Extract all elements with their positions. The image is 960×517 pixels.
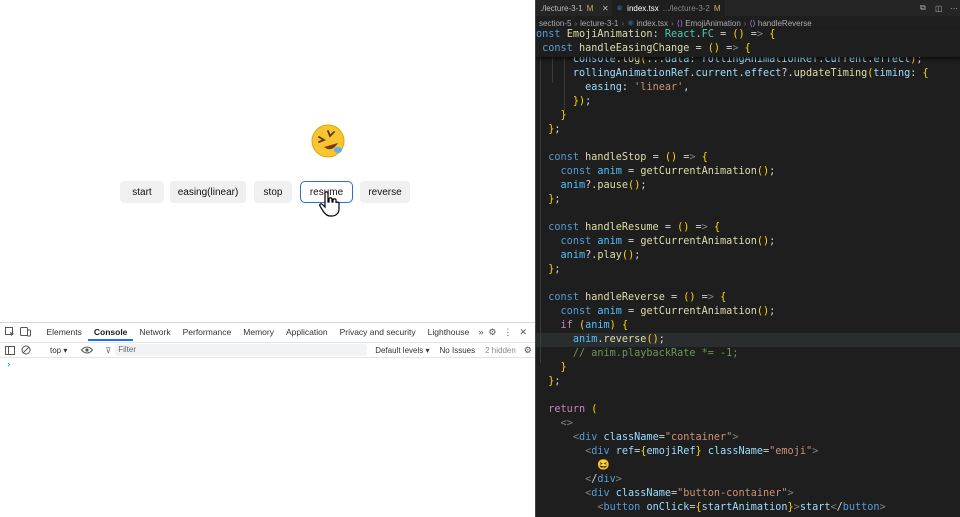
devtools-tab-lighthouse[interactable]: Lighthouse (422, 323, 476, 341)
browser-pane: starteasing(linear)stopresumereverse Ele… (0, 0, 535, 517)
indent-guide (540, 55, 541, 363)
rolling-emoji-icon (311, 124, 345, 158)
breadcrumb-item[interactable]: section-5 (539, 19, 571, 28)
code-line: } (560, 362, 567, 373)
devtools-tab-performance[interactable]: Performance (177, 323, 238, 341)
stop-button[interactable]: stop (254, 181, 292, 203)
console-prompt[interactable]: › (6, 360, 11, 370)
log-levels-selector[interactable]: Default levels ▾ (375, 346, 429, 355)
more-actions-icon[interactable]: ⋯ (946, 0, 960, 16)
symbol-icon: ⟨⟩ (676, 18, 686, 28)
tab-path: .../lecture-3-2 (662, 3, 710, 13)
editor-tab-lecture-3-1[interactable]: ./lecture-3-1 M (536, 0, 602, 16)
filter-input[interactable]: Filter (115, 344, 368, 356)
compare-changes-icon[interactable]: ⧉ (916, 0, 930, 16)
code-line: <button onClick={startAnimation}>start</… (597, 502, 886, 513)
code-line: anim.reverse(); (536, 333, 960, 347)
devtools-tab-application[interactable]: Application (280, 323, 334, 341)
code-editor: ./lecture-3-1 M ✕ ⚛ index.tsx .../lectur… (535, 0, 960, 517)
modified-badge: M (713, 3, 721, 13)
inspect-element-icon[interactable] (4, 326, 15, 338)
devtools-panel: Elements Console Network Performance Memory A… (0, 322, 535, 517)
editor-tab-index[interactable]: ⚛ index.tsx .../lecture-3-2 M (612, 0, 725, 16)
breadcrumb: section-5 › lecture-3-1 › ⚛ index.tsx › ⟨⟩ … (536, 16, 960, 30)
device-toolbar-icon[interactable] (19, 326, 31, 338)
devtools-tab-memory[interactable]: Memory (237, 323, 280, 341)
code-line: const anim = getCurrentAnimation(); (560, 236, 776, 247)
code-line: const handleStop = () => { (548, 152, 708, 163)
context-label: top (50, 345, 62, 355)
code-line: easing: 'linear', (585, 82, 690, 93)
code-line: <div ref={emojiRef} className="emoji"> (585, 446, 819, 457)
devtools-tab-elements[interactable]: Elements (40, 323, 87, 341)
context-selector[interactable]: top ▾ (50, 346, 67, 355)
eye-icon[interactable] (81, 344, 94, 356)
code-line: <> (560, 418, 573, 429)
indent-guide (552, 55, 553, 83)
console-toolbar: top ▾ ⊽ Filter Default levels ▾ No Issue… (0, 342, 535, 358)
devtools-tab-console[interactable]: Console (87, 323, 134, 341)
code-line: const handleReverse = () => { (548, 292, 727, 303)
breadcrumb-item[interactable]: handleReverse (758, 19, 812, 28)
symbol-icon: ⟨⟩ (749, 18, 758, 28)
react-file-icon: ⚛ (616, 3, 624, 13)
indent-guide (564, 55, 565, 111)
close-icon[interactable]: ✕ (602, 0, 612, 16)
hand-cursor-icon (319, 191, 340, 217)
button-container: starteasing(linear)stopresumereverse (0, 181, 535, 203)
chevron-right-icon: › (621, 18, 625, 28)
tab-title: ./lecture-3-1 (540, 3, 583, 13)
settings-gear-icon[interactable]: ⚙ (487, 326, 498, 338)
code-line: </div> (585, 474, 622, 485)
sticky-scroll-header: onst EmojiAnimation: React.FC = () => { … (536, 29, 960, 57)
code-line: }; (548, 376, 561, 387)
react-file-icon: ⚛ (627, 18, 637, 28)
code-line: // anim.playbackRate *= -1; (572, 348, 739, 359)
code-line: rollingAnimationRef.current.effect?.upda… (572, 68, 929, 79)
devtools-tab-network[interactable]: Network (133, 323, 176, 341)
sidebar-toggle-icon[interactable] (4, 344, 16, 356)
breadcrumb-item[interactable]: EmojiAnimation (685, 19, 741, 28)
code-line: const anim = getCurrentAnimation(); (560, 166, 776, 177)
more-options-icon[interactable]: ⋮ (502, 326, 513, 338)
log-levels-label: Default levels (375, 345, 424, 355)
sticky-line[interactable]: onst EmojiAnimation: React.FC = () => { (536, 29, 775, 43)
code-line: const handleResume = () => { (548, 222, 721, 233)
breadcrumb-item[interactable]: lecture-3-1 (580, 19, 618, 28)
chevron-right-icon: › (574, 18, 578, 28)
chevron-right-icon: › (671, 18, 674, 28)
hidden-count: 2 hidden (485, 345, 516, 355)
code-line: return ( (548, 404, 598, 415)
devtools-tab-privacy-and-security[interactable]: Privacy and security (334, 323, 422, 341)
code-line: <div className="container"> (572, 432, 739, 443)
code-line: const anim = getCurrentAnimation(); (560, 306, 776, 317)
close-icon[interactable]: ✕ (518, 326, 529, 338)
issues-counter[interactable]: No Issues (440, 346, 476, 355)
code-line: anim?.pause(); (560, 180, 647, 191)
sticky-line[interactable]: const handleEasingChange = () => { (536, 43, 751, 57)
easing-linear-button[interactable]: easing(linear) (170, 181, 246, 203)
reverse-button[interactable]: reverse (360, 181, 410, 203)
filter-icon: ⊽ (105, 345, 112, 355)
start-button[interactable]: start (120, 181, 164, 203)
chevron-right-icon: › (743, 18, 747, 28)
editor-tab-bar: ./lecture-3-1 M ✕ ⚛ index.tsx .../lectur… (536, 0, 960, 16)
tab-title: index.tsx (627, 3, 659, 13)
code-line: <div className="button-container"> (585, 488, 794, 499)
more-tabs-icon[interactable]: » (475, 326, 486, 338)
code-line: if (anim) { (560, 320, 629, 331)
dropdown-caret-icon: ▾ (63, 345, 68, 355)
devtools-tabs: Elements Console Network Performance Memory A… (40, 323, 475, 341)
clear-console-icon[interactable] (20, 344, 32, 356)
split-editor-icon[interactable]: ◫ (931, 0, 947, 16)
breadcrumb-item[interactable]: index.tsx (636, 19, 668, 28)
code-line: anim?.play(); (560, 250, 641, 261)
code-line: 😆 (536, 460, 611, 471)
devtools-tab-bar: Elements Console Network Performance Memory A… (0, 323, 535, 341)
demo-page: starteasing(linear)stopresumereverse (0, 0, 535, 322)
modified-badge: M (586, 3, 594, 13)
console-settings-icon[interactable]: ⚙ (522, 344, 534, 356)
